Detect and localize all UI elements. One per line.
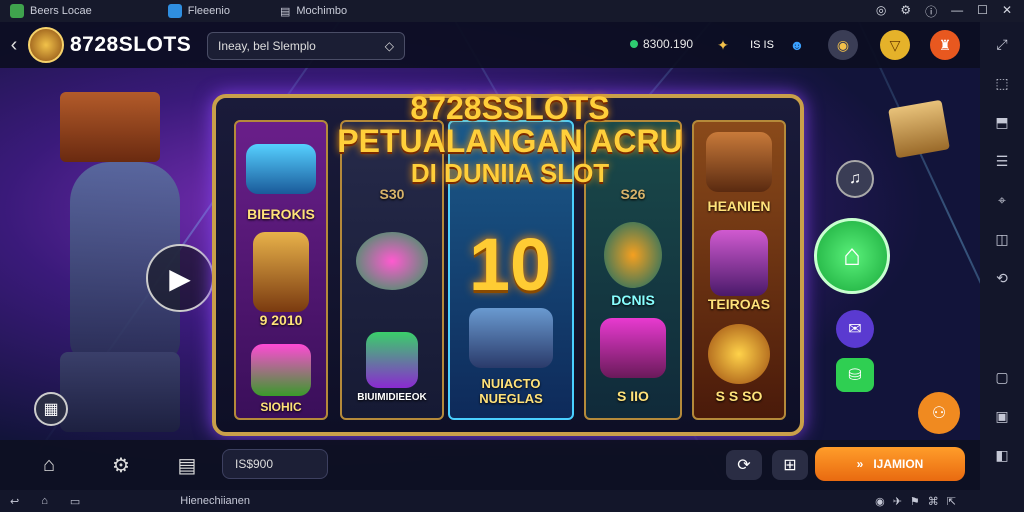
status-label: Hienechiianen — [180, 495, 250, 507]
chest-symbol — [600, 318, 666, 378]
treasure-chest — [60, 352, 180, 432]
window-controls: ◎ ⚙ ⓘ — ☐ ✕ — [876, 3, 1024, 20]
header-stat: IS IS — [750, 39, 774, 51]
window-titlebar: Beers Locae Fleeenio ▤ Mochimbo ◎ ⚙ ⓘ — … — [0, 0, 1024, 22]
coin-symbol — [604, 222, 662, 288]
ring-symbol — [356, 232, 428, 290]
reel-label: NUIACTO NUEGLAS — [479, 376, 543, 406]
play-button[interactable]: ▶ — [146, 244, 214, 312]
reel-5: HEANIEN TEIROAS S S SO — [692, 120, 786, 420]
arrow-icon: » — [856, 457, 864, 471]
tab-1[interactable]: Beers Locae — [0, 0, 102, 22]
screen-icon[interactable]: ⬚ — [995, 75, 1008, 92]
balance: 8300.190 — [630, 37, 693, 51]
orb-symbol — [708, 324, 770, 384]
crossbow-symbol — [246, 144, 316, 194]
grid-button[interactable]: ⊞ — [772, 450, 808, 480]
reel-label: TEIROAS — [707, 296, 771, 312]
emulator-sidebar: ⤢ ⬚ ⬒ ☰ ⌖ ◫ ⟲ ▢ ▣ ◧ — [980, 22, 1024, 490]
folder-icon[interactable]: ◧ — [995, 447, 1008, 464]
app-header: ‹ 8728SLOTS Ineay, bel Slemplo ◇ 8300.19… — [0, 22, 980, 68]
location-icon[interactable]: ⌖ — [998, 192, 1006, 209]
notification-icon[interactable]: ♜ — [930, 30, 960, 60]
status-dot-icon — [630, 40, 638, 48]
game-title: 8728SSLOTS PETUALANGAN ACRU DI DUNIIA SL… — [330, 90, 690, 189]
tray-icons: ◉✈⚑⌘⇱ — [875, 495, 964, 508]
keyboard-icon[interactable]: ☰ — [996, 153, 1009, 170]
game-stage: ‹ 8728SLOTS Ineay, bel Slemplo ◇ 8300.19… — [0, 22, 980, 490]
settings-icon[interactable]: ⚙ — [106, 450, 136, 480]
reel-label: BIEROKIS — [247, 206, 315, 222]
floating-crate — [888, 99, 950, 159]
support-icon[interactable]: ⚇ — [918, 392, 960, 434]
title-line-3: DI DUNIIA SLOT — [410, 158, 610, 188]
minimize-icon[interactable]: — — [951, 3, 963, 20]
reel-label: 9 2010 — [259, 312, 303, 328]
home-icon[interactable]: ⌂ — [34, 450, 64, 480]
hero-symbol — [253, 232, 309, 312]
tab-2[interactable]: Fleeenio — [158, 0, 240, 22]
reel-label: SIOHIC — [260, 400, 302, 414]
potion-symbol — [710, 230, 768, 296]
status-bar: ↩ ⌂ ▭ Hienechiianen ◉✈⚑⌘⇱ — [0, 490, 1024, 512]
search-input[interactable]: Ineay, bel Slemplo ◇ — [207, 32, 405, 60]
info-icon[interactable]: ⓘ — [925, 3, 937, 20]
document-icon[interactable]: ▤ — [172, 450, 202, 480]
expand-icon[interactable]: ⤢ — [996, 36, 1007, 53]
avatar[interactable] — [28, 27, 64, 63]
menu-icon[interactable]: ▦ — [34, 392, 68, 426]
trophy-icon[interactable]: ✦ — [708, 30, 738, 60]
chat-icon[interactable]: ✉ — [836, 310, 874, 348]
folder-icon: ▤ — [279, 5, 291, 18]
orc-symbol — [706, 132, 772, 192]
gear-icon[interactable]: ⚙ — [900, 3, 911, 20]
volume-icon[interactable]: ◫ — [995, 231, 1008, 248]
bell-icon[interactable]: ♫ — [836, 160, 874, 198]
rotate-icon[interactable]: ⟲ — [996, 270, 1008, 287]
reel-label: S S SO — [715, 388, 763, 404]
circle-icon[interactable]: ◎ — [876, 3, 886, 20]
chevron-icon[interactable]: ◇ — [385, 39, 394, 53]
cta-label: IJAMION — [873, 457, 924, 471]
recents-nav-icon[interactable]: ▭ — [70, 495, 80, 508]
tab-1-label: Beers Locae — [30, 5, 92, 17]
record-icon[interactable]: ▢ — [995, 369, 1008, 386]
scroll-symbol — [366, 332, 418, 388]
balance-value: 8300.190 — [643, 37, 694, 51]
title-line-1: 8728SSLOTS — [410, 90, 610, 126]
bottom-toolbar: ⌂ ⚙ ▤ IS$900 ⟳ ⊞ » IJAMION — [0, 440, 980, 490]
gift-icon[interactable]: ⛁ — [836, 358, 874, 392]
amount-field[interactable]: IS$900 — [222, 449, 328, 479]
amount-value: IS$900 — [235, 457, 274, 471]
cta-button[interactable]: » IJAMION — [815, 447, 965, 481]
app-icon — [167, 4, 182, 18]
tab-3[interactable]: ▤ Mochimbo — [270, 0, 357, 22]
home-nav-icon[interactable]: ⌂ — [41, 495, 48, 507]
maximize-icon[interactable]: ☐ — [977, 3, 988, 20]
camera-icon[interactable]: ⬒ — [995, 114, 1008, 131]
app-icon — [10, 4, 24, 18]
reel-label: HEANIEN — [707, 198, 771, 214]
reel-label: DCNIS — [611, 292, 655, 308]
refresh-button[interactable]: ⟳ — [726, 450, 762, 480]
back-nav-icon[interactable]: ↩ — [10, 495, 19, 508]
coin-icon[interactable]: ◉ — [828, 30, 858, 60]
tab-3-label: Mochimbo — [296, 5, 348, 17]
close-icon[interactable]: ✕ — [1002, 3, 1012, 20]
back-icon[interactable]: ‹ — [0, 34, 28, 57]
reel-label: BIUIMIDIEEOK — [357, 392, 427, 403]
dart-symbol — [251, 344, 311, 396]
gem-icon[interactable]: ▽ — [880, 30, 910, 60]
scroll-banner — [60, 92, 160, 162]
reel-label: S IIO — [617, 388, 649, 404]
brand-title: 8728SLOTS — [70, 33, 192, 56]
user-icon[interactable]: ☻ — [782, 30, 812, 60]
big-number: 10 — [468, 223, 552, 306]
search-value: Ineay, bel Slemplo — [218, 39, 316, 53]
home-button[interactable]: ⌂ — [814, 218, 890, 294]
shake-icon[interactable]: ▣ — [995, 408, 1008, 425]
title-line-2: PETUALANGAN ACRU — [337, 123, 683, 159]
tab-2-label: Fleeenio — [187, 5, 230, 17]
reel-1: BIEROKIS 9 2010 SIOHIC — [234, 120, 328, 420]
